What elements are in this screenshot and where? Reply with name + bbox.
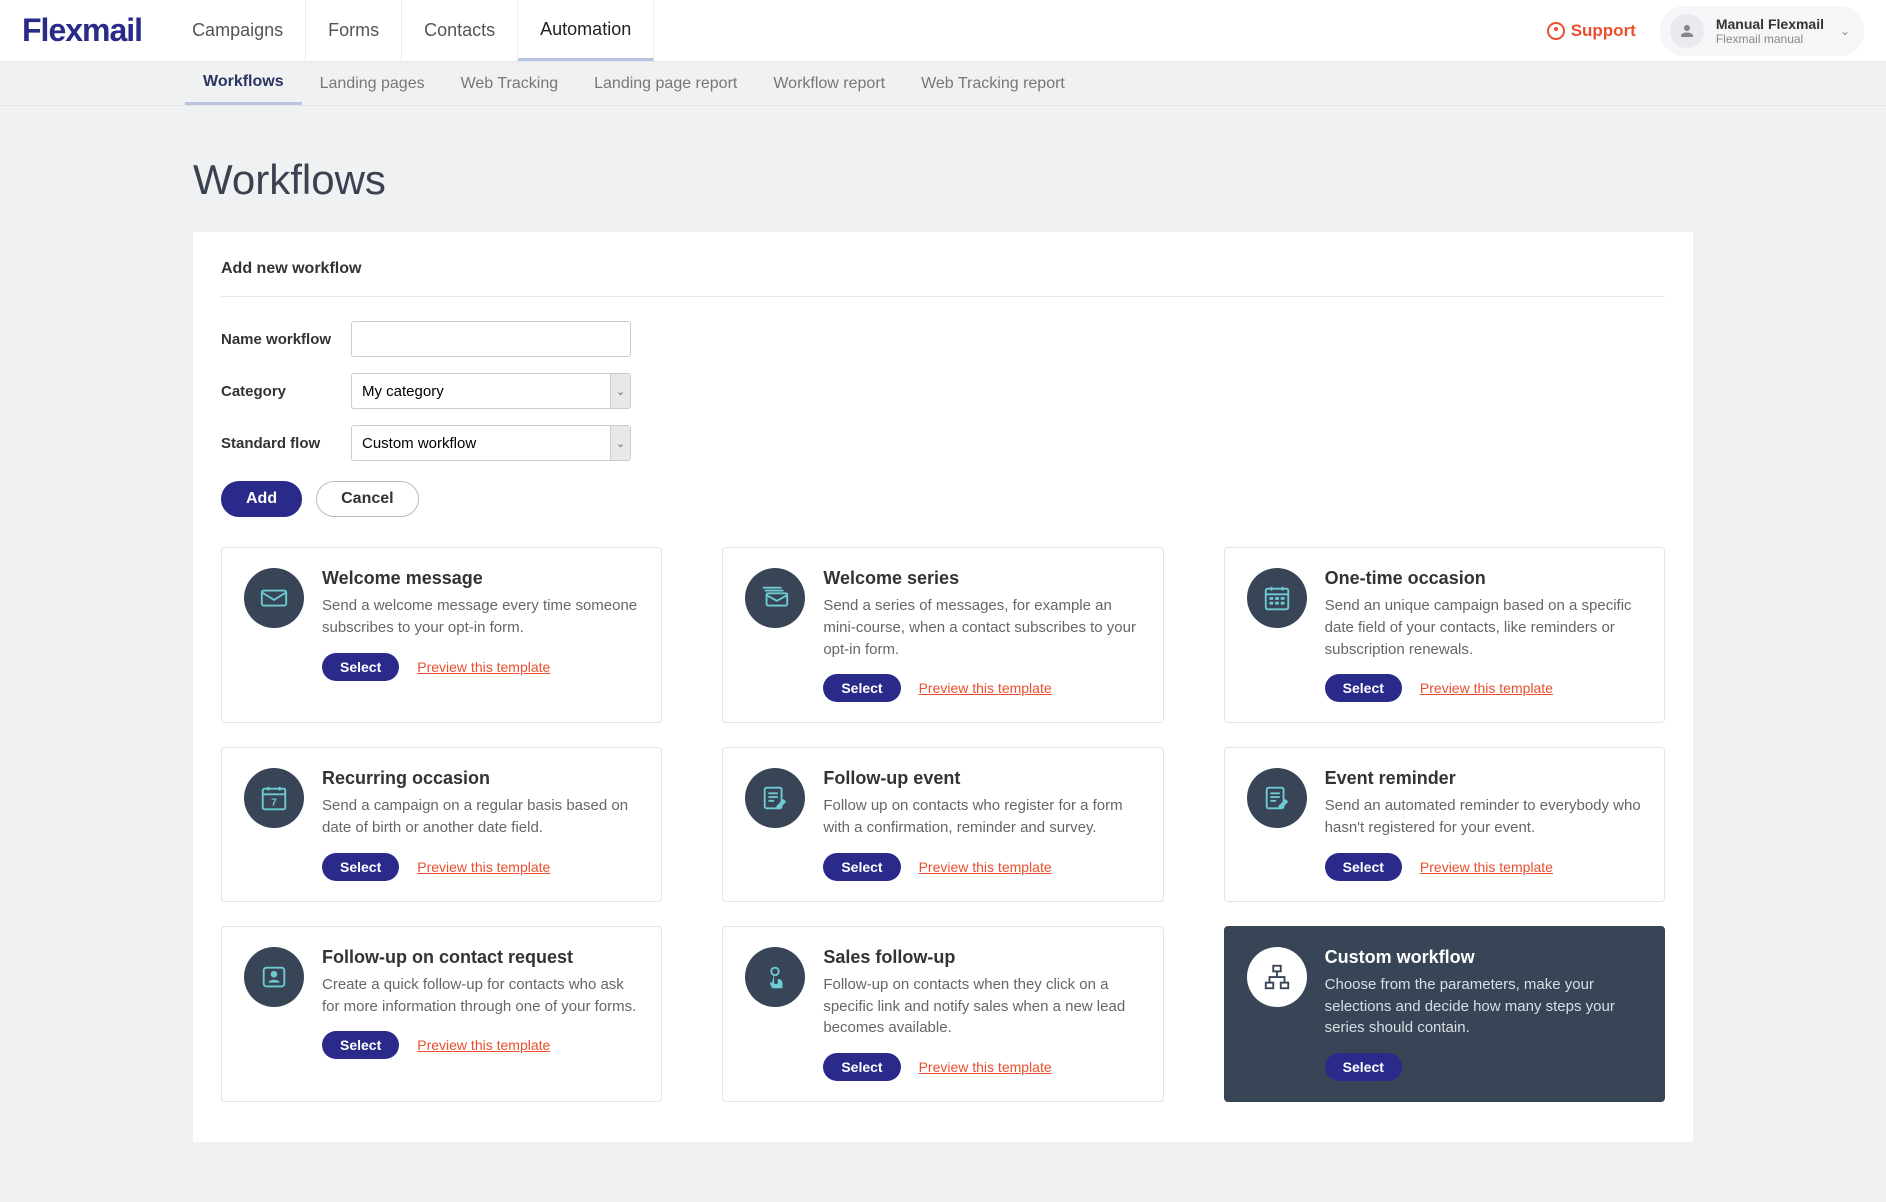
form-row-name: Name workflow — [221, 321, 1665, 357]
support-icon — [1547, 22, 1565, 40]
template-title: Follow-up event — [823, 768, 1140, 789]
select-button-event-reminder[interactable]: Select — [1325, 853, 1402, 881]
template-card: Event reminder Send an automated reminder… — [1224, 747, 1665, 902]
support-label: Support — [1571, 21, 1636, 41]
select-button-welcome-series[interactable]: Select — [823, 674, 900, 702]
mainnav-forms[interactable]: Forms — [306, 0, 402, 61]
main-nav: CampaignsFormsContactsAutomation — [170, 0, 654, 61]
template-desc: Choose from the parameters, make your se… — [1325, 974, 1642, 1039]
template-title: Welcome message — [322, 568, 639, 589]
select-button-recurring-occasion[interactable]: Select — [322, 853, 399, 881]
template-desc: Send a campaign on a regular basis based… — [322, 795, 639, 839]
template-desc: Send an automated reminder to everybody … — [1325, 795, 1642, 839]
mainnav-automation[interactable]: Automation — [518, 0, 654, 61]
profile-sub: Flexmail manual — [1716, 32, 1824, 46]
template-title: Welcome series — [823, 568, 1140, 589]
template-desc: Send a series of messages, for example a… — [823, 595, 1140, 660]
click-hand-icon — [745, 947, 805, 1007]
panel: Add new workflow Name workflow Category … — [193, 232, 1693, 1142]
template-title: Recurring occasion — [322, 768, 639, 789]
envelope-icon — [244, 568, 304, 628]
brand-logo[interactable]: Flexmail — [0, 12, 170, 49]
page-title: Workflows — [193, 156, 1693, 204]
profile-menu[interactable]: Manual Flexmail Flexmail manual ⌄ — [1660, 6, 1864, 56]
doc-pencil-icon — [745, 768, 805, 828]
mainnav-contacts[interactable]: Contacts — [402, 0, 518, 61]
calendar-7-icon: 7 — [244, 768, 304, 828]
template-card: Follow-up event Follow up on contacts who… — [722, 747, 1163, 902]
template-card: Welcome message Send a welcome message ev… — [221, 547, 662, 723]
select-button-one-time-occasion[interactable]: Select — [1325, 674, 1402, 702]
support-link[interactable]: Support — [1547, 21, 1636, 41]
form-row-category: Category ⌄ — [221, 373, 1665, 409]
flowchart-icon — [1247, 947, 1307, 1007]
preview-link-welcome-series[interactable]: Preview this template — [919, 680, 1052, 696]
name-input[interactable] — [351, 321, 631, 357]
doc-pencil-icon — [1247, 768, 1307, 828]
sub-nav: WorkflowsLanding pagesWeb TrackingLandin… — [0, 62, 1886, 106]
subnav-landing-page-report[interactable]: Landing page report — [576, 62, 755, 105]
template-card: 7 Recurring occasion Send a campaign on a … — [221, 747, 662, 902]
preview-link-sales-follow-up[interactable]: Preview this template — [919, 1059, 1052, 1075]
template-card: Welcome series Send a series of messages,… — [722, 547, 1163, 723]
template-desc: Follow up on contacts who register for a… — [823, 795, 1140, 839]
contact-card-icon — [244, 947, 304, 1007]
select-button-follow-up-on-contact-request[interactable]: Select — [322, 1031, 399, 1059]
subnav-workflows[interactable]: Workflows — [185, 62, 302, 105]
template-card: Sales follow-up Follow-up on contacts whe… — [722, 926, 1163, 1102]
chevron-down-icon: ⌄ — [1840, 24, 1850, 38]
template-grid: Welcome message Send a welcome message ev… — [221, 547, 1665, 1102]
preview-link-follow-up-event[interactable]: Preview this template — [919, 859, 1052, 875]
add-button[interactable]: Add — [221, 481, 302, 517]
svg-text:7: 7 — [271, 798, 277, 809]
flow-label: Standard flow — [221, 435, 351, 452]
category-label: Category — [221, 383, 351, 400]
template-desc: Create a quick follow-up for contacts wh… — [322, 974, 639, 1018]
subnav-landing-pages[interactable]: Landing pages — [302, 62, 443, 105]
panel-title: Add new workflow — [221, 260, 1665, 278]
preview-link-one-time-occasion[interactable]: Preview this template — [1420, 680, 1553, 696]
calendar-grid-icon — [1247, 568, 1307, 628]
template-desc: Send an unique campaign based on a speci… — [1325, 595, 1642, 660]
cancel-button[interactable]: Cancel — [316, 481, 418, 517]
template-card: One-time occasion Send an unique campaign… — [1224, 547, 1665, 723]
avatar-icon — [1670, 14, 1704, 48]
select-button-follow-up-event[interactable]: Select — [823, 853, 900, 881]
envelopes-icon — [745, 568, 805, 628]
mainnav-campaigns[interactable]: Campaigns — [170, 0, 306, 61]
topbar: Flexmail CampaignsFormsContactsAutomatio… — [0, 0, 1886, 62]
template-title: Custom workflow — [1325, 947, 1642, 968]
subnav-workflow-report[interactable]: Workflow report — [755, 62, 903, 105]
template-card: Follow-up on contact request Create a qui… — [221, 926, 662, 1102]
template-title: One-time occasion — [1325, 568, 1642, 589]
select-button-sales-follow-up[interactable]: Select — [823, 1053, 900, 1081]
template-title: Sales follow-up — [823, 947, 1140, 968]
subnav-web-tracking-report[interactable]: Web Tracking report — [903, 62, 1083, 105]
preview-link-event-reminder[interactable]: Preview this template — [1420, 859, 1553, 875]
category-select[interactable] — [351, 373, 631, 409]
form-row-flow: Standard flow ⌄ — [221, 425, 1665, 461]
subnav-web-tracking[interactable]: Web Tracking — [443, 62, 577, 105]
profile-name: Manual Flexmail — [1716, 16, 1824, 32]
select-button-custom-workflow[interactable]: Select — [1325, 1053, 1402, 1081]
template-card: Custom workflow Choose from the parameter… — [1224, 926, 1665, 1102]
divider — [221, 296, 1665, 297]
preview-link-welcome-message[interactable]: Preview this template — [417, 659, 550, 675]
template-title: Follow-up on contact request — [322, 947, 639, 968]
preview-link-follow-up-on-contact-request[interactable]: Preview this template — [417, 1037, 550, 1053]
select-button-welcome-message[interactable]: Select — [322, 653, 399, 681]
template-desc: Follow-up on contacts when they click on… — [823, 974, 1140, 1039]
name-label: Name workflow — [221, 331, 351, 348]
template-desc: Send a welcome message every time someon… — [322, 595, 639, 639]
template-title: Event reminder — [1325, 768, 1642, 789]
preview-link-recurring-occasion[interactable]: Preview this template — [417, 859, 550, 875]
flow-select[interactable] — [351, 425, 631, 461]
